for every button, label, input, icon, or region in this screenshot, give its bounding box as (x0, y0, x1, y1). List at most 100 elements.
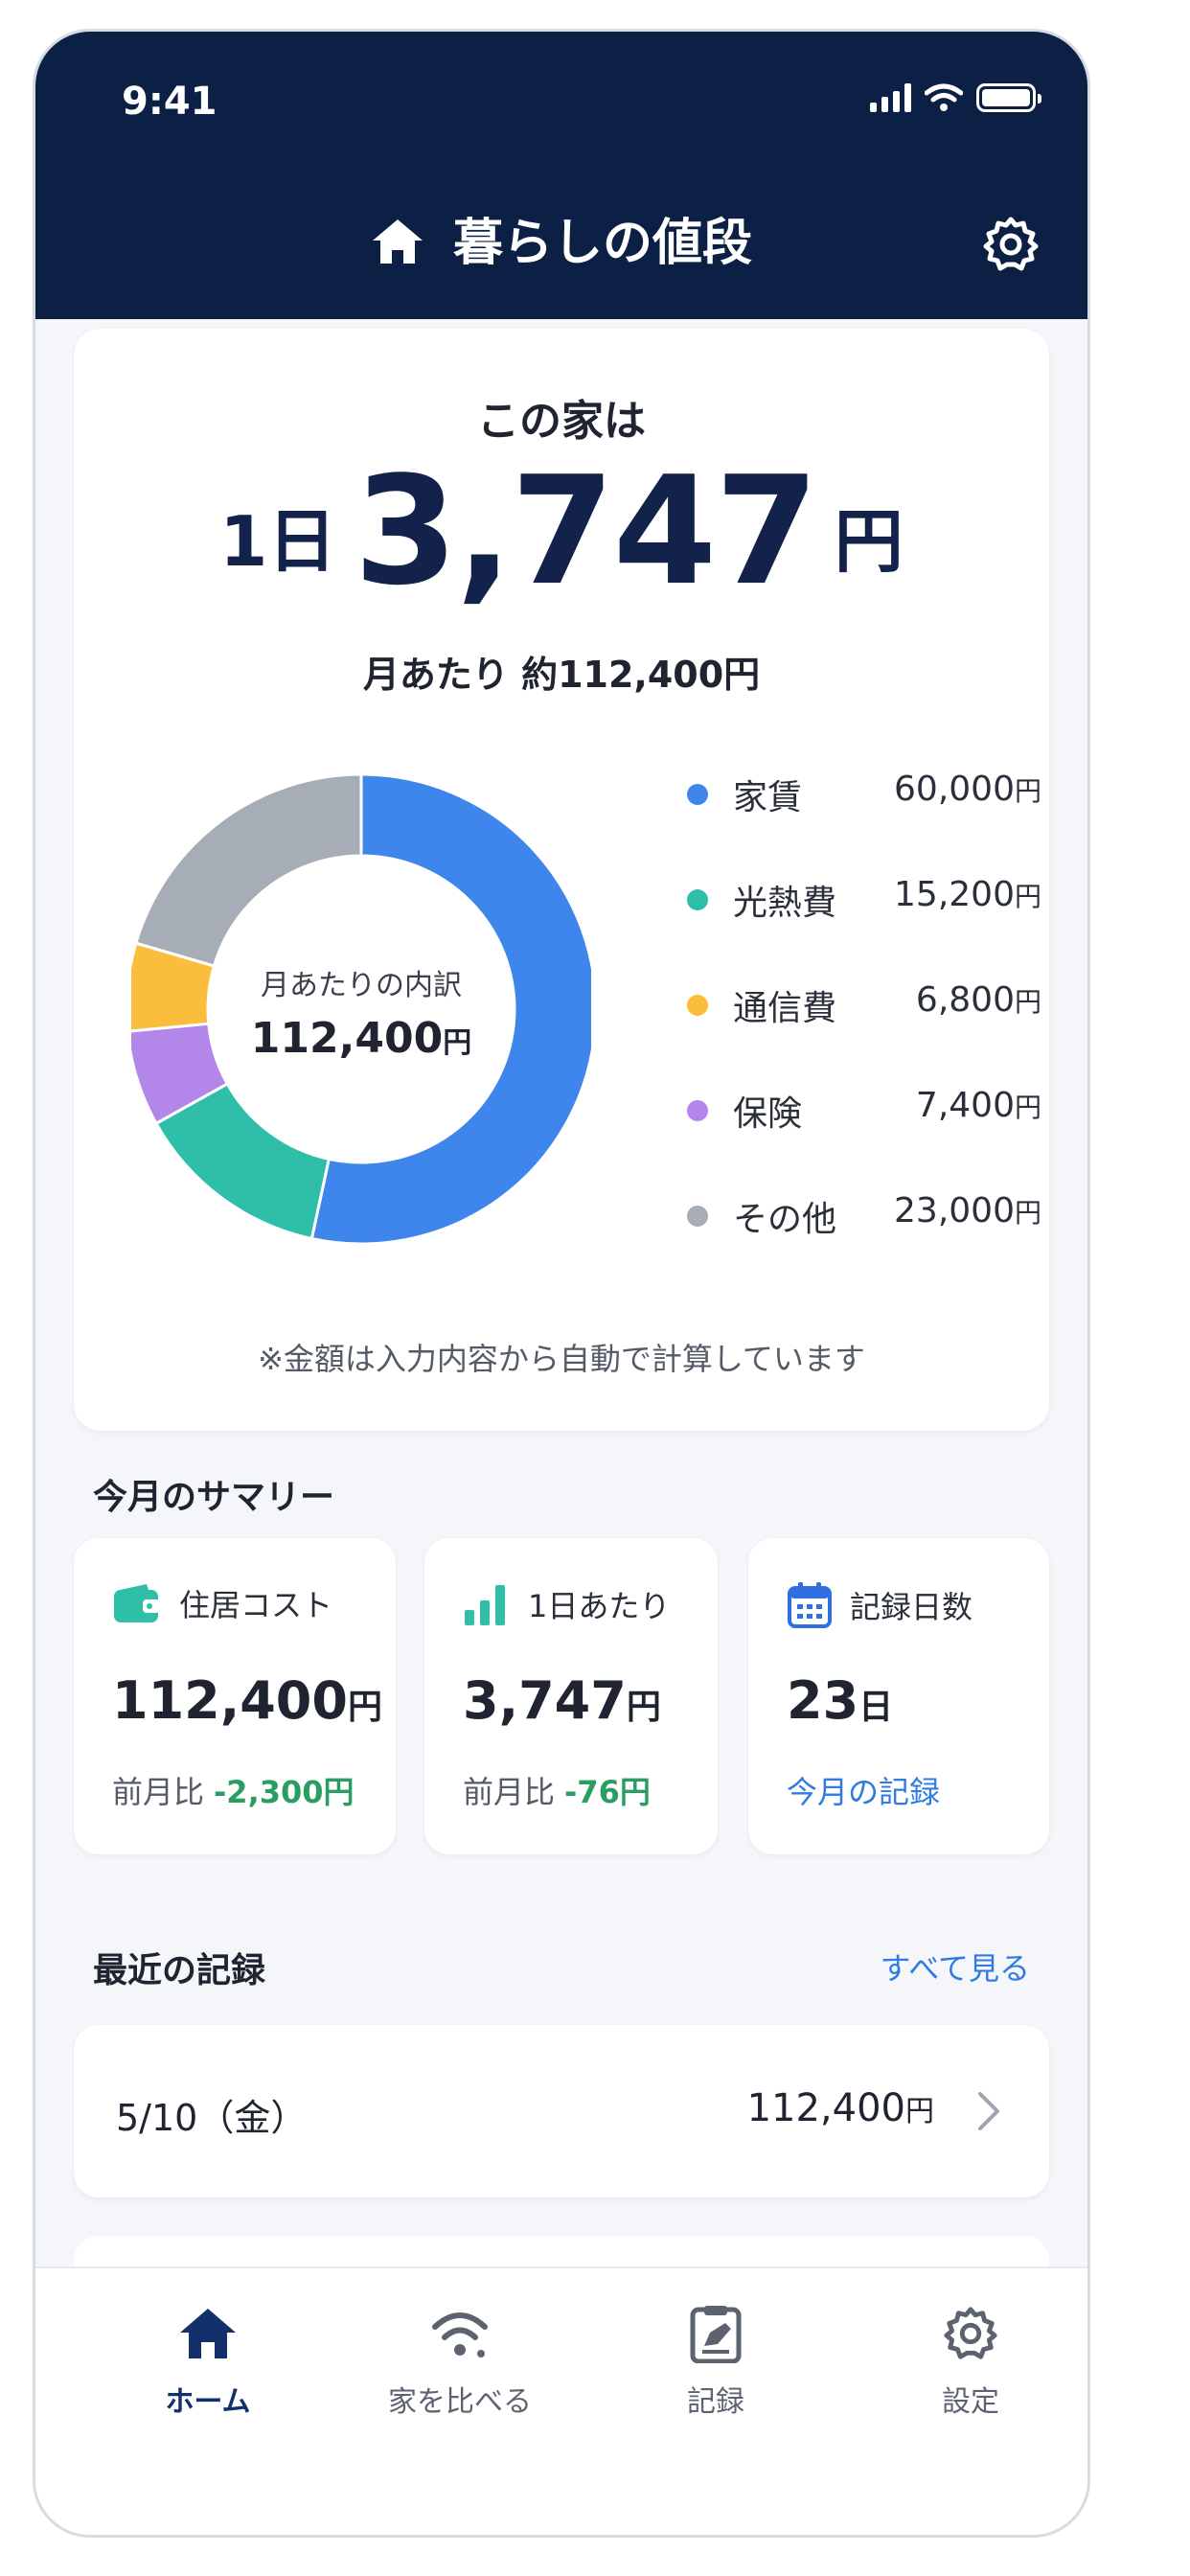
card-lead: この家は (477, 397, 646, 446)
tab-records[interactable]: 記録 (620, 2295, 812, 2420)
record-days-label: 記録日数 (850, 1589, 973, 1625)
housing-cost-value: 112,400円 (112, 1670, 382, 1731)
per-day-number: 3,747 (463, 1670, 627, 1731)
per-day-compare: 前月比 -76円 (463, 1768, 651, 1812)
legend-item: 通信費 6,800円 (687, 980, 1041, 1086)
legend-label: 保険 (733, 1094, 803, 1134)
record-days-number: 23 (787, 1670, 859, 1731)
record-date: 5/10（金） (116, 2097, 308, 2139)
battery-icon (976, 83, 1041, 112)
donut-total-value: 112,400 (250, 1014, 444, 1063)
housing-cost-unit: 円 (347, 1688, 382, 1727)
legend-value: 15,200円 (894, 875, 1041, 914)
monthly-amount: 月あたり 約112,400円 (362, 654, 761, 696)
bar-chart-icon (465, 1585, 505, 1625)
record-amount: 112,400円 (747, 2086, 934, 2130)
app-title-text: 暮らしの値段 (453, 215, 753, 272)
record-amount-unit: 円 (905, 2095, 934, 2128)
legend-label: 通信費 (733, 989, 837, 1028)
daily-amount: 1日 3,747 円 (74, 444, 1049, 618)
legend-label: その他 (733, 1200, 837, 1239)
donut-center-title: 月あたりの内訳 (261, 969, 462, 1002)
legend-value-number: 15,200 (894, 875, 1015, 914)
legend-value: 23,000円 (894, 1191, 1041, 1230)
record-item[interactable]: 5/10（金） 112,400円 (74, 2025, 1049, 2197)
legend-label: 光熱費 (733, 884, 837, 923)
compare-delta: -76円 (564, 1774, 651, 1810)
housing-cost-compare: 前月比 -2,300円 (112, 1768, 355, 1812)
legend-item: 保険 7,400円 (687, 1086, 1041, 1191)
housing-cost-card[interactable]: 住居コスト 112,400円 前月比 -2,300円 (74, 1538, 396, 1854)
status-bar: 9:41 (35, 70, 1087, 147)
per-day-unit: 円 (626, 1688, 661, 1727)
wifi-icon (432, 2312, 488, 2358)
tab-compare[interactable]: 家を比べる (364, 2295, 556, 2420)
legend-dot (687, 889, 708, 910)
tab-home[interactable]: ホーム (112, 2295, 304, 2420)
housing-cost-number: 112,400 (112, 1670, 348, 1731)
legend-value-number: 60,000 (894, 770, 1015, 809)
per-day-label: 1日あたり (528, 1588, 671, 1624)
legend-dot (687, 995, 708, 1016)
status-time: 9:41 (122, 80, 217, 124)
daily-amount-unit: 円 (834, 501, 904, 582)
legend-dot (687, 784, 708, 805)
month-summary-title: 今月のサマリー (93, 1478, 335, 1517)
wifi-icon (925, 83, 963, 111)
legend-value-unit: 円 (1014, 1092, 1041, 1123)
per-day-header: 1日あたり (463, 1581, 670, 1627)
compare-label: 前月比 (112, 1774, 205, 1810)
donut-slice-5 (134, 772, 363, 968)
record-days-value: 23日 (787, 1670, 893, 1731)
home-icon (180, 2309, 236, 2358)
daily-amount-value: 3,747 (354, 444, 818, 618)
donut-center-total: 112,400円 (170, 1014, 553, 1063)
legend-value-unit: 円 (1014, 881, 1041, 912)
compare-delta: -2,300円 (214, 1774, 355, 1810)
legend-value-unit: 円 (1014, 986, 1041, 1018)
daily-cost-card: この家は 1日 3,747 円 月あたり 約112,400円 月あたりの内訳 112… (74, 329, 1049, 1431)
wallet-icon (114, 1584, 160, 1622)
this-month-records-link[interactable]: 今月の記録 (787, 1768, 940, 1812)
legend-value-number: 7,400 (915, 1086, 1015, 1125)
record-days-header: 記録日数 (787, 1581, 973, 1629)
housing-cost-header: 住居コスト (112, 1581, 332, 1625)
housing-cost-label: 住居コスト (179, 1587, 333, 1623)
per-day-card[interactable]: 1日あたり 3,747円 前月比 -76円 (424, 1538, 718, 1854)
legend-value-unit: 円 (1014, 775, 1041, 807)
page-title: 暮らしの値段 (35, 202, 1087, 274)
tab-settings-label: 設定 (942, 2385, 999, 2419)
per-day-value: 3,747円 (463, 1670, 661, 1731)
tab-compare-label: 家を比べる (388, 2385, 532, 2419)
bottom-tab-bar: ホーム 家を比べる 記録 設定 (35, 2266, 1087, 2535)
chart-legend: 家賃 60,000円 光熱費 15,200円 通信費 6,800円 保険 7,400円 その他 2… (687, 770, 1041, 1297)
legend-value: 7,400円 (916, 1086, 1041, 1125)
tab-records-label: 記録 (687, 2385, 744, 2419)
recent-records-title: 最近の記録 (93, 1951, 266, 1990)
phone-frame: 9:41 暮らしの値段 この家は 1日 3,747 円 月あたり 約112,40… (33, 29, 1090, 2538)
legend-item: 家賃 60,000円 (687, 770, 1041, 875)
gear-icon[interactable] (980, 214, 1041, 275)
legend-value: 60,000円 (894, 770, 1041, 809)
see-all-link[interactable]: すべて見る (881, 1944, 1030, 1989)
legend-value-number: 23,000 (894, 1191, 1015, 1230)
status-icons (870, 83, 1041, 112)
record-amount-value: 112,400 (746, 2086, 905, 2130)
legend-item: 光熱費 15,200円 (687, 875, 1041, 980)
donut-total-unit: 円 (443, 1026, 472, 1060)
legend-value-unit: 円 (1014, 1197, 1041, 1229)
home-icon (372, 219, 423, 264)
tab-settings[interactable]: 設定 (875, 2295, 1066, 2420)
compare-label: 前月比 (463, 1774, 556, 1810)
chevron-right-icon (978, 2092, 999, 2130)
gear-icon (944, 2307, 997, 2359)
legend-label: 家賃 (733, 778, 803, 817)
daily-prefix: 1日 (219, 501, 337, 582)
record-days-card[interactable]: 記録日数 23日 今月の記録 (748, 1538, 1049, 1854)
breakdown-donut-chart (131, 772, 591, 1246)
calendar-icon (788, 1582, 832, 1628)
app-header: 9:41 暮らしの値段 (35, 32, 1087, 319)
legend-value-number: 6,800 (915, 980, 1015, 1020)
legend-dot (687, 1206, 708, 1227)
legend-value: 6,800円 (916, 980, 1041, 1020)
